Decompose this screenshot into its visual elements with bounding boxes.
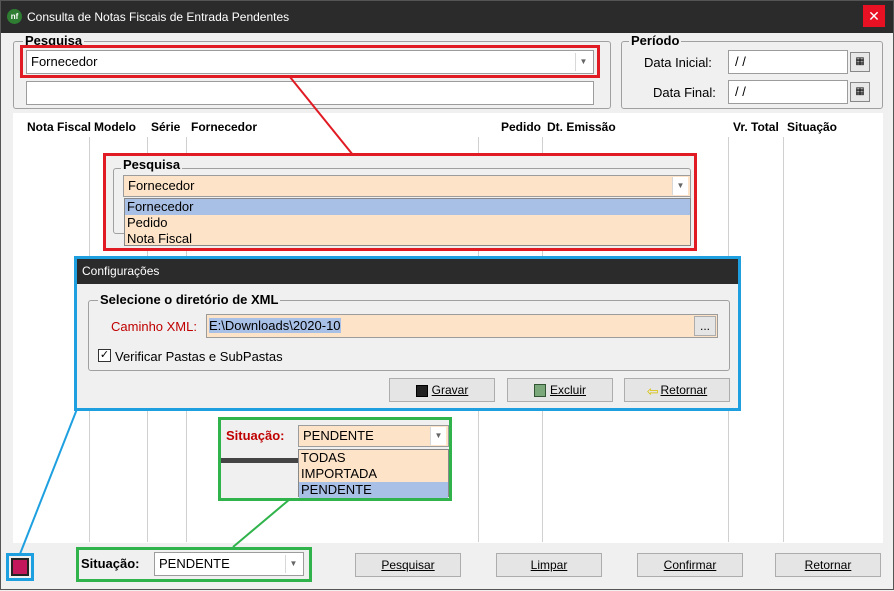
pesquisa-connector-line <box>289 76 354 156</box>
footer-situacao-highlight <box>76 547 312 582</box>
situacao-connector-line <box>232 498 291 548</box>
retornar-label: Retornar <box>804 558 852 572</box>
pesquisa-callout-highlight <box>103 153 697 251</box>
config-connector-line <box>19 408 78 555</box>
pesquisar-label: Pesquisar <box>381 558 435 572</box>
situacao-callout-highlight <box>218 417 452 501</box>
main-window: nf Consulta de Notas Fiscais de Entrada … <box>0 0 894 590</box>
pesquisar-button[interactable]: Pesquisar <box>355 553 461 577</box>
confirmar-button[interactable]: Confirmar <box>637 553 743 577</box>
confirmar-label: Confirmar <box>663 558 717 572</box>
limpar-button[interactable]: Limpar <box>496 553 602 577</box>
limpar-label: Limpar <box>530 558 568 572</box>
save-layout-highlight <box>6 553 34 581</box>
retornar-button[interactable]: Retornar <box>775 553 881 577</box>
config-dialog-highlight <box>74 256 741 411</box>
